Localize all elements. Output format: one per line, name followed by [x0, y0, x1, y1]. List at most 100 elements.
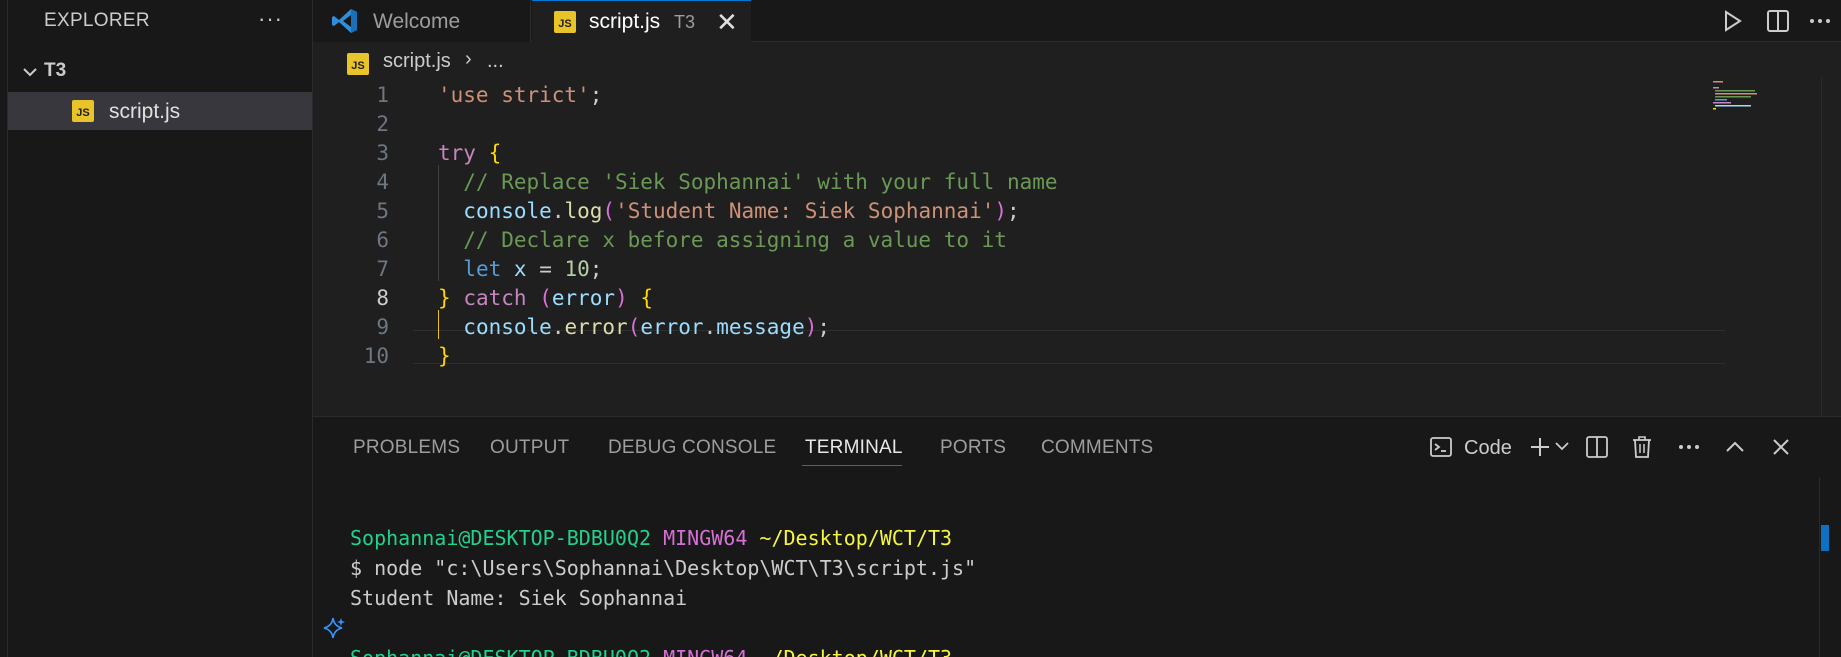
- code-token: // Replace 'Siek Sophannai' with your fu…: [438, 170, 1058, 194]
- code-token: // Declare x before assigning a value to…: [438, 228, 1007, 252]
- folder-label: T3: [44, 60, 67, 81]
- more-actions-icon[interactable]: [1807, 8, 1833, 34]
- code-token: ;: [1007, 199, 1020, 223]
- split-editor-icon[interactable]: [1765, 8, 1791, 34]
- chevron-right-icon: ›: [465, 48, 472, 70]
- close-panel-icon[interactable]: [1769, 435, 1793, 459]
- explorer-sidebar: EXPLORER ··· T3 JS script.js: [0, 0, 313, 657]
- prompt-user: Sophannai@DESKTOP-BDBU0Q2: [350, 646, 651, 657]
- tab-terminal[interactable]: TERMINAL: [805, 437, 903, 459]
- folder-t3[interactable]: T3: [8, 54, 312, 90]
- run-icon[interactable]: [1719, 8, 1745, 34]
- code-token: console: [463, 199, 552, 223]
- activity-edge: [0, 0, 8, 657]
- code-text: }: [438, 339, 451, 373]
- code-token: {: [640, 286, 654, 310]
- code-token: 'Student Name: Siek Sophannai': [615, 199, 995, 223]
- tab-comments[interactable]: COMMENTS: [1041, 437, 1153, 459]
- code-editor[interactable]: 1'use strict'; 2 3 try {4 // Replace 'Siek …: [313, 77, 1841, 416]
- active-indent-guide: [438, 310, 439, 339]
- close-icon[interactable]: ✕: [716, 7, 738, 38]
- code-token: 10: [564, 257, 590, 281]
- code-token: .: [703, 315, 717, 339]
- prompt-user: Sophannai@DESKTOP-BDBU0Q2: [350, 526, 652, 550]
- tab-label: Welcome: [373, 10, 461, 33]
- code-token: ;: [817, 315, 831, 339]
- code-token: try: [438, 141, 476, 165]
- trash-icon[interactable]: [1630, 435, 1654, 459]
- vscode-icon: [332, 9, 357, 33]
- code-token: (: [539, 286, 552, 310]
- terminal-output: Student Name: Siek Sophannai: [350, 586, 688, 610]
- code-token: x: [513, 257, 527, 281]
- code-token: }: [438, 344, 451, 368]
- code-token: error: [564, 315, 628, 339]
- indent-guide: [438, 165, 439, 281]
- code-token: .: [551, 315, 565, 339]
- terminal-name[interactable]: Code: [1464, 437, 1512, 460]
- file-script-js[interactable]: JS script.js: [8, 92, 312, 130]
- code-token: (: [602, 199, 616, 223]
- code-token: error: [640, 315, 704, 339]
- code-token: log: [564, 199, 603, 223]
- code-token: 'use strict': [438, 83, 590, 107]
- code-token: catch: [463, 286, 527, 310]
- split-terminal-icon[interactable]: [1585, 435, 1609, 459]
- add-terminal-icon[interactable]: [1528, 435, 1552, 459]
- scrollbar-marker: [1821, 525, 1829, 551]
- file-label: script.js: [109, 100, 181, 123]
- explorer-more-icon[interactable]: ···: [258, 6, 283, 32]
- code-token: {: [488, 141, 502, 165]
- maximize-panel-icon[interactable]: [1723, 435, 1747, 459]
- terminal-icon: [1430, 437, 1452, 457]
- code-token: message: [716, 315, 805, 339]
- code-token: ): [994, 199, 1008, 223]
- code-token: error: [551, 286, 616, 310]
- code-token: console: [463, 315, 552, 339]
- tab-debug-console[interactable]: DEBUG CONSOLE: [608, 437, 776, 459]
- bottom-panel: PROBLEMS OUTPUT DEBUG CONSOLE TERMINAL P…: [313, 416, 1841, 657]
- minimap[interactable]: [1711, 79, 1791, 149]
- explorer-title: EXPLORER: [44, 10, 150, 31]
- breadcrumb-more[interactable]: ...: [487, 50, 504, 73]
- tab-ports[interactable]: PORTS: [940, 437, 1006, 459]
- tab-label: script.js: [589, 10, 661, 33]
- line-number: 10: [363, 344, 389, 368]
- js-file-icon: JS: [347, 53, 369, 75]
- tab-script-js[interactable]: JS script.js T3 ✕: [532, 0, 751, 43]
- code-token: .: [551, 199, 565, 223]
- breadcrumb-file[interactable]: script.js: [383, 50, 451, 73]
- code-token: ): [804, 315, 818, 339]
- chevron-down-icon: [23, 68, 37, 77]
- code-token: (: [627, 315, 641, 339]
- editor-scrollbar[interactable]: [1821, 77, 1841, 416]
- code-token: let: [463, 257, 502, 281]
- tab-output[interactable]: OUTPUT: [490, 437, 569, 459]
- prompt-path: ~/Desktop/WCT/T3: [759, 646, 952, 657]
- more-actions-icon[interactable]: [1677, 435, 1701, 459]
- tab-welcome[interactable]: Welcome: [313, 0, 531, 42]
- terminal-scrollbar[interactable]: [1819, 477, 1841, 657]
- tab-problems[interactable]: PROBLEMS: [353, 437, 460, 459]
- terminal-prompt-line-2: Sophannai@DESKTOP-BDBU0Q2 MINGW64 ~/Desk…: [350, 643, 952, 657]
- sparkle-icon[interactable]: [320, 615, 346, 641]
- terminal-command: $ node "c:\Users\Sophannai\Desktop\WCT\T…: [350, 556, 977, 580]
- js-file-icon: JS: [72, 100, 94, 122]
- code-token: ;: [589, 257, 603, 281]
- tab-description: T3: [674, 12, 696, 32]
- prompt-path: ~/Desktop/WCT/T3: [759, 526, 953, 550]
- code-token: =: [526, 257, 565, 281]
- code-line[interactable]: 10}: [313, 339, 1713, 373]
- active-tab-indicator: [802, 465, 902, 466]
- breadcrumb: JS script.js › ...: [313, 43, 1841, 77]
- js-file-icon: JS: [554, 11, 576, 33]
- code-token: }: [438, 286, 451, 310]
- chevron-down-icon[interactable]: [1553, 437, 1571, 455]
